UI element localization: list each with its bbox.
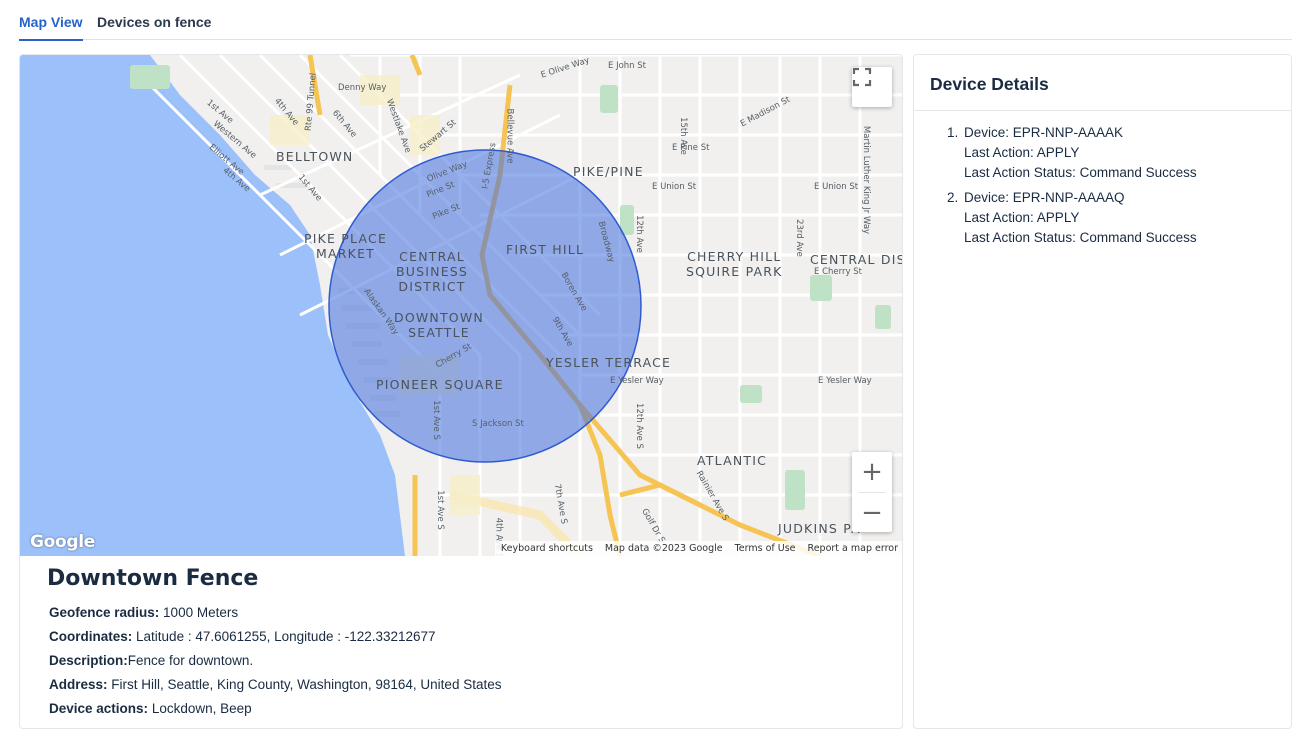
fence-address-label: Address: xyxy=(49,677,108,692)
map-street-label: 1st Ave S xyxy=(434,490,445,530)
fullscreen-icon xyxy=(852,67,872,87)
google-logo[interactable]: Google xyxy=(30,532,95,552)
fence-radius-label: Geofence radius: xyxy=(49,605,160,620)
map-street-label: 1st Ave S xyxy=(430,400,441,440)
fence-description-row: Description:Fence for downtown. xyxy=(49,653,501,677)
report-map-error-link[interactable]: Report a map error xyxy=(808,543,898,554)
list-item: 1. Device: EPR-NNP-AAAAK Last Action: AP… xyxy=(947,123,1291,183)
map-street-label: 12th Ave xyxy=(633,215,644,253)
terms-of-use-link[interactable]: Terms of Use xyxy=(735,543,796,554)
list-item: 2. Device: EPR-NNP-AAAAQ Last Action: AP… xyxy=(947,188,1291,248)
map-label-yesler-terrace: YESLER TERRACE xyxy=(546,355,672,370)
device-last-action: Last Action: APPLY xyxy=(964,145,1080,160)
map-label-downtown-seattle: DOWNTOWN SEATTLE xyxy=(394,310,484,340)
fence-description-label: Description: xyxy=(49,653,128,668)
device-details-card: Device Details 1. Device: EPR-NNP-AAAAK … xyxy=(913,54,1292,729)
fullscreen-button[interactable] xyxy=(852,67,892,107)
keyboard-shortcuts-link[interactable]: Keyboard shortcuts xyxy=(501,543,593,554)
map-label-pike-pine: PIKE/PINE xyxy=(573,164,644,179)
fence-actions-label: Device actions: xyxy=(49,701,149,716)
fence-coordinates-row: Coordinates: Latitude : 47.6061255, Long… xyxy=(49,629,501,653)
device-last-action-status: Last Action Status: Command Success xyxy=(964,230,1197,245)
map-canvas[interactable]: BELLTOWN PIKE/PINE PIKE PLACE MARKET CEN… xyxy=(20,55,903,556)
zoom-in-button[interactable]: + xyxy=(852,452,892,492)
map-street-label: E Union St xyxy=(652,182,697,192)
map-label-central-district: CENTRAL DIS xyxy=(810,252,903,267)
fence-coordinates-value: Latitude : 47.6061255, Longitude : -122.… xyxy=(136,629,436,644)
zoom-out-button[interactable]: − xyxy=(852,493,892,533)
tab-devices-on-fence[interactable]: Devices on fence xyxy=(97,14,211,39)
map-street-label: E Union St xyxy=(814,182,859,192)
device-name: Device: EPR-NNP-AAAAQ xyxy=(964,190,1125,205)
map-street-label: E Cherry St xyxy=(814,267,862,277)
map-label-atlantic: ATLANTIC xyxy=(697,453,768,468)
fence-coordinates-label: Coordinates: xyxy=(49,629,133,644)
map-street-label: Bellevue Ave xyxy=(504,108,515,164)
map-card: BELLTOWN PIKE/PINE PIKE PLACE MARKET CEN… xyxy=(19,54,903,729)
map-street-label: E Yesler Way xyxy=(610,376,664,386)
map-street-label: S Jackson St xyxy=(472,419,524,429)
map-street-label: Martin Luther King Jr Way xyxy=(861,125,872,235)
fence-info-panel: Downtown Fence Geofence radius: 1000 Met… xyxy=(47,566,501,725)
device-number: 1. xyxy=(947,125,959,140)
device-name: Device: EPR-NNP-AAAAK xyxy=(964,125,1124,140)
device-list: 1. Device: EPR-NNP-AAAAK Last Action: AP… xyxy=(914,111,1291,248)
device-details-title: Device Details xyxy=(914,55,1291,111)
fence-description-value: Fence for downtown. xyxy=(127,653,254,668)
tab-bar: Map View Devices on fence xyxy=(19,0,1292,41)
map-graphic xyxy=(20,55,902,556)
map-street-label: E Yesler Way xyxy=(818,376,872,386)
device-last-action: Last Action: APPLY xyxy=(964,210,1080,225)
map-data-link[interactable]: Map data ©2023 Google xyxy=(605,543,723,554)
map-label-first-hill: FIRST HILL xyxy=(506,242,585,257)
map-street-label: 15th Ave xyxy=(677,117,688,155)
tab-map-view[interactable]: Map View xyxy=(19,14,83,41)
map-label-cherry-hill: CHERRY HILL SQUIRE PARK xyxy=(686,249,783,279)
fence-radius-row: Geofence radius: 1000 Meters xyxy=(49,605,501,629)
fence-address-row: Address: First Hill, Seattle, King Count… xyxy=(49,677,501,701)
map-label-belltown: BELLTOWN xyxy=(276,149,354,164)
zoom-control: + − xyxy=(852,452,892,532)
fence-title: Downtown Fence xyxy=(47,566,259,591)
fence-actions-value: Lockdown, Beep xyxy=(151,701,252,716)
map-street-label: E John St xyxy=(608,61,646,71)
map-attribution-bar: Keyboard shortcuts Map data ©2023 Google… xyxy=(494,541,902,556)
fence-radius-value: 1000 Meters xyxy=(163,605,239,620)
map-street-label: 12th Ave S xyxy=(633,403,644,449)
device-last-action-status: Last Action Status: Command Success xyxy=(964,165,1197,180)
device-number: 2. xyxy=(947,190,959,205)
fence-actions-row: Device actions: Lockdown, Beep xyxy=(49,701,501,725)
map-street-label: 23rd Ave xyxy=(793,219,804,257)
fence-address-value: First Hill, Seattle, King County, Washin… xyxy=(111,677,502,692)
map-label-pike-place-market: PIKE PLACE MARKET xyxy=(304,231,388,261)
map-label-central-business-district: CENTRAL BUSINESS DISTRICT xyxy=(396,249,469,294)
map-street-label: Denny Way xyxy=(338,83,387,93)
map-label-pioneer-square: PIONEER SQUARE xyxy=(376,377,504,392)
map-label-judkins-park: JUDKINS PA xyxy=(778,521,861,536)
